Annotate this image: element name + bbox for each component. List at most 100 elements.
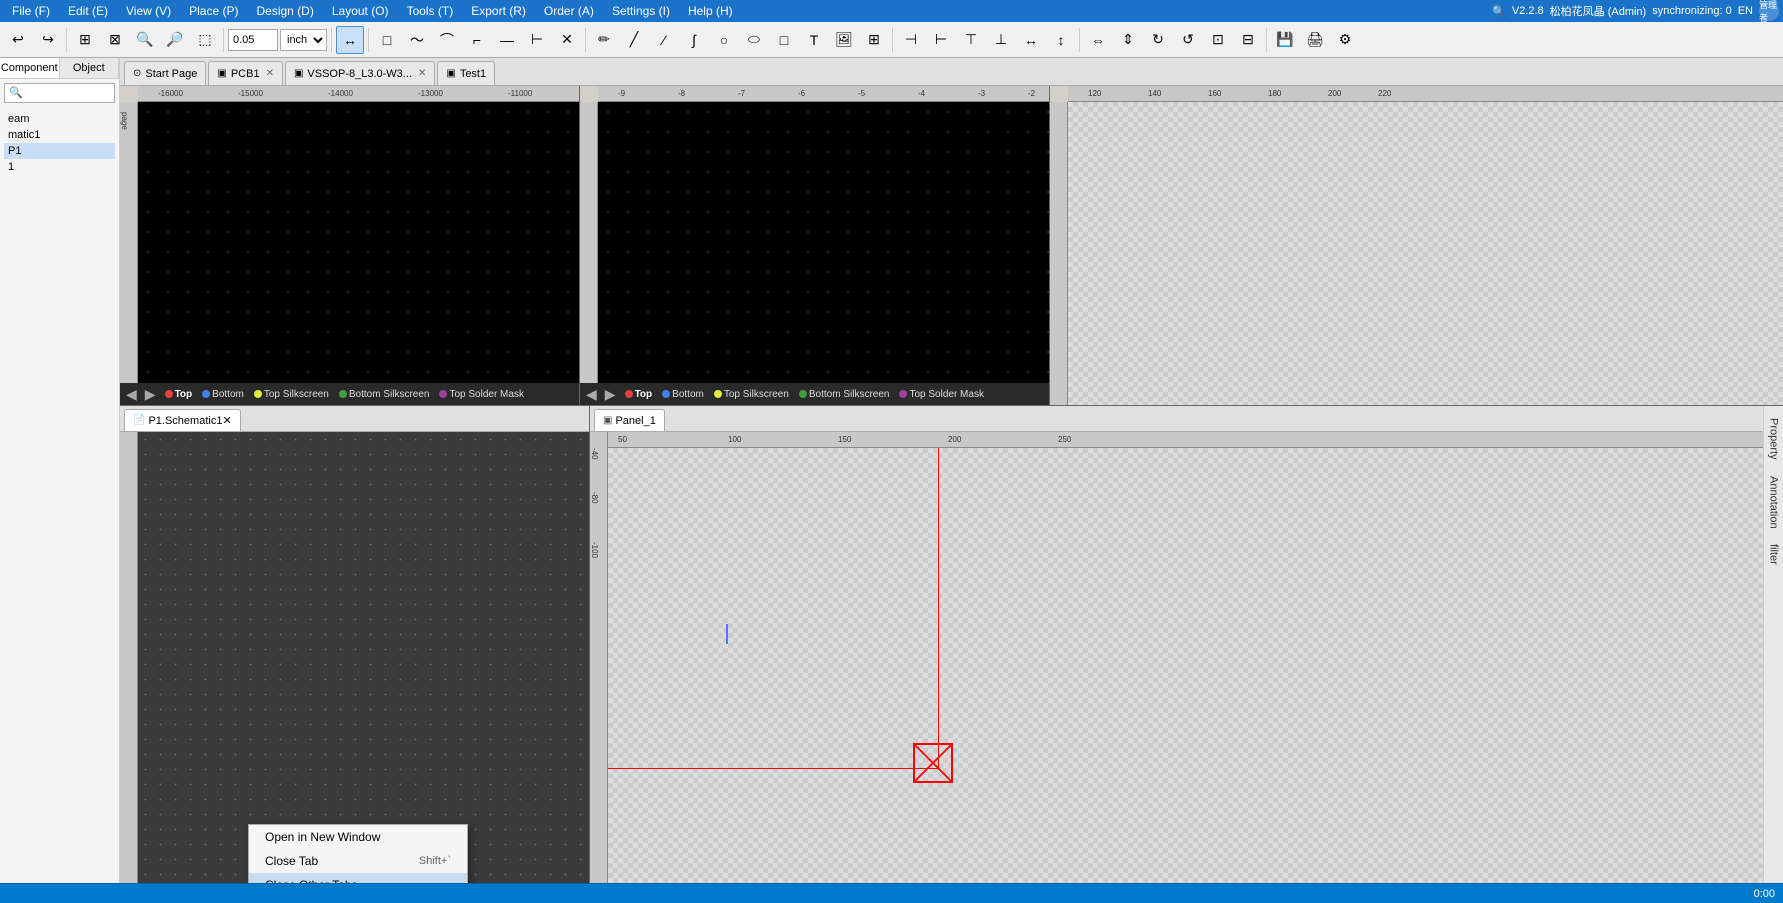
- menu-export[interactable]: Export (R): [463, 2, 534, 20]
- ctx-open-new-window[interactable]: Open in New Window: [249, 825, 467, 849]
- menu-view[interactable]: View (V): [118, 2, 179, 20]
- unit-value-input[interactable]: [228, 29, 278, 51]
- tab-pcb1[interactable]: ▣ PCB1 ✕: [208, 61, 283, 85]
- dist-h-button[interactable]: ↔: [1017, 26, 1045, 54]
- tab-p1-close[interactable]: ✕: [222, 414, 231, 427]
- ungroup-button[interactable]: ⊟: [1234, 26, 1262, 54]
- vssop-layer-top[interactable]: Top: [622, 388, 656, 401]
- redo-button[interactable]: ↪: [34, 26, 62, 54]
- annotation-label[interactable]: Annotation: [1766, 468, 1782, 537]
- unit-select[interactable]: inch mm mil: [280, 29, 327, 51]
- place-wire-button[interactable]: 〜: [403, 26, 431, 54]
- vssop-layer-top-silk[interactable]: Top Silkscreen: [711, 388, 792, 401]
- layer-top[interactable]: Top: [162, 388, 196, 401]
- tab-p1-schematic[interactable]: 📄 P1.Schematic1 ✕: [124, 409, 241, 431]
- bottom-editor-row: 📄 P1.Schematic1 ✕ Open in N: [120, 406, 1783, 883]
- sidebar-tab-component[interactable]: Component: [0, 58, 60, 78]
- layer-top-mask[interactable]: Top Solder Mask: [436, 388, 526, 401]
- editors-area: -16000 -15000 -14000 -13000 -11000 page: [120, 86, 1783, 883]
- delete-button[interactable]: ✕: [553, 26, 581, 54]
- text-button[interactable]: T: [800, 26, 828, 54]
- undo-button[interactable]: ↩: [4, 26, 32, 54]
- place-comp-button[interactable]: □: [373, 26, 401, 54]
- dash-button[interactable]: ⁄: [650, 26, 678, 54]
- zoom-fit-button[interactable]: ⊠: [101, 26, 129, 54]
- avatar[interactable]: 管理者: [1759, 1, 1779, 21]
- tab-vssop[interactable]: ▣ VSSOP-8_L3.0-W3... ✕: [285, 61, 435, 85]
- property-label[interactable]: Property: [1766, 410, 1782, 468]
- place-track-button[interactable]: ⌐: [463, 26, 491, 54]
- place-via-button[interactable]: —: [493, 26, 521, 54]
- start-page-icon: ⊙: [133, 68, 141, 79]
- tab-vssop-close[interactable]: ✕: [418, 68, 426, 79]
- ctx-close-tab[interactable]: Close Tab Shift+`: [249, 849, 467, 873]
- connect-button[interactable]: ⊢: [523, 26, 551, 54]
- vssop-layer-nav-left[interactable]: ◀: [584, 386, 599, 403]
- status-time: 0:00: [1754, 888, 1775, 900]
- tab-panel1[interactable]: ▣ Panel_1: [594, 409, 665, 431]
- rotate-cw-button[interactable]: ↻: [1144, 26, 1172, 54]
- statusbar: 0:00: [0, 883, 1783, 903]
- menubar: File (F) Edit (E) View (V) Place (P) Des…: [0, 0, 1783, 22]
- sidebar-search-input[interactable]: [4, 83, 115, 103]
- line-button[interactable]: ╱: [620, 26, 648, 54]
- search-icon[interactable]: 🔍: [1492, 5, 1506, 18]
- route-button[interactable]: ↔: [336, 26, 364, 54]
- vssop-layer-top-mask[interactable]: Top Solder Mask: [896, 388, 986, 401]
- align-bottom-button[interactable]: ⊥: [987, 26, 1015, 54]
- zoom-in-button[interactable]: 🔍: [131, 26, 159, 54]
- align-right-button[interactable]: ⊢: [927, 26, 955, 54]
- ctx-close-other-tabs[interactable]: Close Other Tabs: [249, 873, 467, 883]
- ellipse-button[interactable]: ⬭: [740, 26, 768, 54]
- tab-test1-label: Test1: [460, 68, 486, 80]
- save-button[interactable]: 💾: [1271, 26, 1299, 54]
- menu-layout[interactable]: Layout (O): [324, 2, 397, 20]
- circle-button[interactable]: ○: [710, 26, 738, 54]
- layer-nav-left[interactable]: ◀: [124, 386, 139, 403]
- vssop-layer-bottom[interactable]: Bottom: [659, 388, 707, 401]
- settings-button[interactable]: ⚙: [1331, 26, 1359, 54]
- menu-order[interactable]: Order (A): [536, 2, 602, 20]
- menu-file[interactable]: File (F): [4, 2, 58, 20]
- curve-button[interactable]: ∫: [680, 26, 708, 54]
- align-left-button[interactable]: ⊣: [897, 26, 925, 54]
- menu-design[interactable]: Design (D): [249, 2, 322, 20]
- toolbar-sep-6: [892, 28, 893, 52]
- sidebar-tab-object[interactable]: Object: [60, 58, 120, 78]
- tab-test1[interactable]: ▣ Test1: [437, 61, 495, 85]
- tree-item-1[interactable]: 1: [4, 159, 115, 175]
- place-arc-button[interactable]: ⌒: [433, 26, 461, 54]
- menu-edit[interactable]: Edit (E): [60, 2, 116, 20]
- image-button[interactable]: 🖼: [830, 26, 858, 54]
- vssop-layer-nav-right[interactable]: ▶: [603, 386, 618, 403]
- layer-bottom[interactable]: Bottom: [199, 388, 247, 401]
- zoom-out-button[interactable]: 🔎: [161, 26, 189, 54]
- filter-label[interactable]: filter: [1766, 536, 1782, 573]
- rect-button[interactable]: □: [770, 26, 798, 54]
- test1-ruler-top: 120 140 160 180 200 220: [1068, 86, 1783, 102]
- tab-start-page[interactable]: ⊙ Start Page: [124, 61, 206, 85]
- tree-item-matic1[interactable]: matic1: [4, 127, 115, 143]
- grid-button[interactable]: ⊞: [71, 26, 99, 54]
- menu-settings[interactable]: Settings (I): [604, 2, 678, 20]
- vssop-layer-bottom-silk[interactable]: Bottom Silkscreen: [796, 388, 893, 401]
- group-button[interactable]: ⊡: [1204, 26, 1232, 54]
- tree-item-eam[interactable]: eam: [4, 111, 115, 127]
- pen-button[interactable]: ✏: [590, 26, 618, 54]
- dist-v-button[interactable]: ↕: [1047, 26, 1075, 54]
- menu-place[interactable]: Place (P): [181, 2, 246, 20]
- align-top-button[interactable]: ⊤: [957, 26, 985, 54]
- flip-h-button[interactable]: ⇔: [1084, 26, 1112, 54]
- flip-v-button[interactable]: ⇕: [1114, 26, 1142, 54]
- table-button[interactable]: ⊞: [860, 26, 888, 54]
- rotate-ccw-button[interactable]: ↺: [1174, 26, 1202, 54]
- layer-nav-right[interactable]: ▶: [143, 386, 158, 403]
- print-button[interactable]: 🖨: [1301, 26, 1329, 54]
- layer-top-silk[interactable]: Top Silkscreen: [251, 388, 332, 401]
- zoom-area-button[interactable]: ⬚: [191, 26, 219, 54]
- menu-tools[interactable]: Tools (T): [399, 2, 462, 20]
- tab-pcb1-close[interactable]: ✕: [266, 68, 274, 79]
- tree-item-p1[interactable]: P1: [4, 143, 115, 159]
- layer-bottom-silk[interactable]: Bottom Silkscreen: [336, 388, 433, 401]
- menu-help[interactable]: Help (H): [680, 2, 741, 20]
